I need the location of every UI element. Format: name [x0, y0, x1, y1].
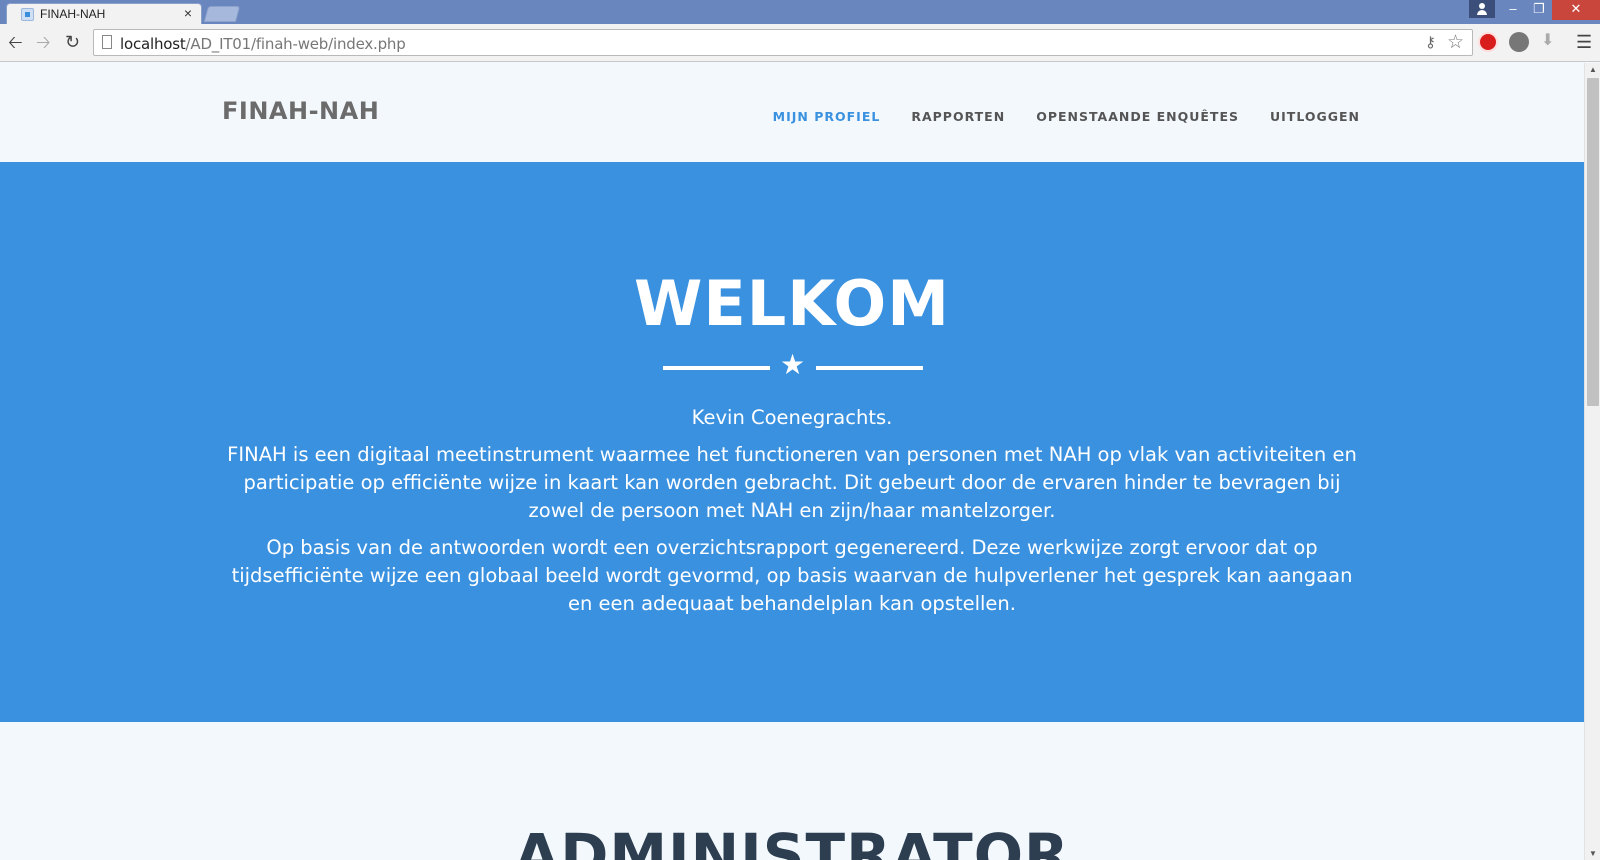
nav-link-openstaande-enquetes[interactable]: OPENSTAANDE ENQUÊTES	[1036, 109, 1239, 124]
download-extension-icon[interactable]: ⬇	[1541, 30, 1559, 50]
nav-link-rapporten[interactable]: RAPPORTEN	[911, 109, 1005, 124]
scroll-thumb[interactable]	[1587, 78, 1599, 406]
reload-icon[interactable]: ↻	[65, 32, 80, 52]
browser-titlebar: FINAH-NAH × – ❐ ✕	[0, 0, 1600, 24]
section-title: ADMINISTRATOR	[514, 821, 1070, 860]
nav-link-mijn-profiel[interactable]: MIJN PROFIEL	[773, 109, 881, 124]
site-navbar: FINAH-NAH MIJN PROFIEL RAPPORTEN OPENSTA…	[0, 63, 1584, 162]
window-close-button[interactable]: ✕	[1552, 0, 1600, 20]
minimize-button[interactable]: –	[1500, 0, 1526, 20]
url-path: /AD_IT01/finah-web/index.php	[185, 35, 406, 53]
user-name: Kevin Coenegrachts.	[691, 406, 893, 429]
nav-link-uitloggen[interactable]: UITLOGGEN	[1270, 109, 1360, 124]
page-icon	[102, 35, 112, 49]
scroll-up-icon[interactable]: ▲	[1589, 65, 1597, 74]
scroll-down-icon[interactable]: ▼	[1589, 849, 1597, 858]
browser-toolbar: 🡠 🡢 ↻ localhost/AD_IT01/finah-web/index.…	[0, 24, 1600, 62]
favicon-icon	[21, 8, 34, 21]
globe-extension-icon[interactable]	[1509, 32, 1529, 52]
bookmark-star-icon[interactable]: ☆	[1447, 31, 1464, 54]
divider-line-left	[663, 366, 770, 370]
intro-paragraph: FINAH is een digitaal meetinstrument waa…	[227, 443, 1357, 522]
star-divider: ★	[663, 349, 923, 380]
key-icon[interactable]: ⚷	[1425, 33, 1436, 51]
new-tab-button[interactable]	[203, 6, 241, 22]
browser-tab[interactable]: FINAH-NAH ×	[6, 3, 202, 24]
back-arrow-icon[interactable]: 🡠	[8, 32, 23, 52]
divider-line-right	[816, 366, 923, 370]
hero-text: Kevin Coenegrachts. FINAH is een digitaa…	[222, 404, 1362, 627]
nav-links: MIJN PROFIEL RAPPORTEN OPENSTAANDE ENQUÊ…	[773, 109, 1360, 124]
address-bar[interactable]: localhost/AD_IT01/finah-web/index.php ⚷ …	[93, 29, 1473, 56]
vertical-scrollbar[interactable]: ▲ ▼	[1584, 63, 1600, 860]
site-brand[interactable]: FINAH-NAH	[222, 97, 379, 125]
browser-menu-icon[interactable]: ☰	[1576, 32, 1592, 53]
hero-title: WELKOM	[634, 267, 950, 340]
star-icon: ★	[780, 349, 806, 380]
adblock-extension-icon[interactable]	[1478, 32, 1498, 52]
tab-title: FINAH-NAH	[40, 7, 106, 21]
hero-section: WELKOM ★ Kevin Coenegrachts. FINAH is ee…	[0, 162, 1584, 722]
page-viewport: FINAH-NAH MIJN PROFIEL RAPPORTEN OPENSTA…	[0, 63, 1584, 860]
user-profile-icon[interactable]	[1469, 0, 1495, 18]
url-host: localhost	[120, 35, 186, 53]
url-text[interactable]: localhost/AD_IT01/finah-web/index.php	[120, 35, 406, 53]
tab-close-icon[interactable]: ×	[184, 5, 192, 21]
report-paragraph: Op basis van de antwoorden wordt een ove…	[231, 536, 1353, 615]
forward-arrow-icon[interactable]: 🡢	[36, 32, 51, 52]
maximize-button[interactable]: ❐	[1526, 0, 1552, 20]
